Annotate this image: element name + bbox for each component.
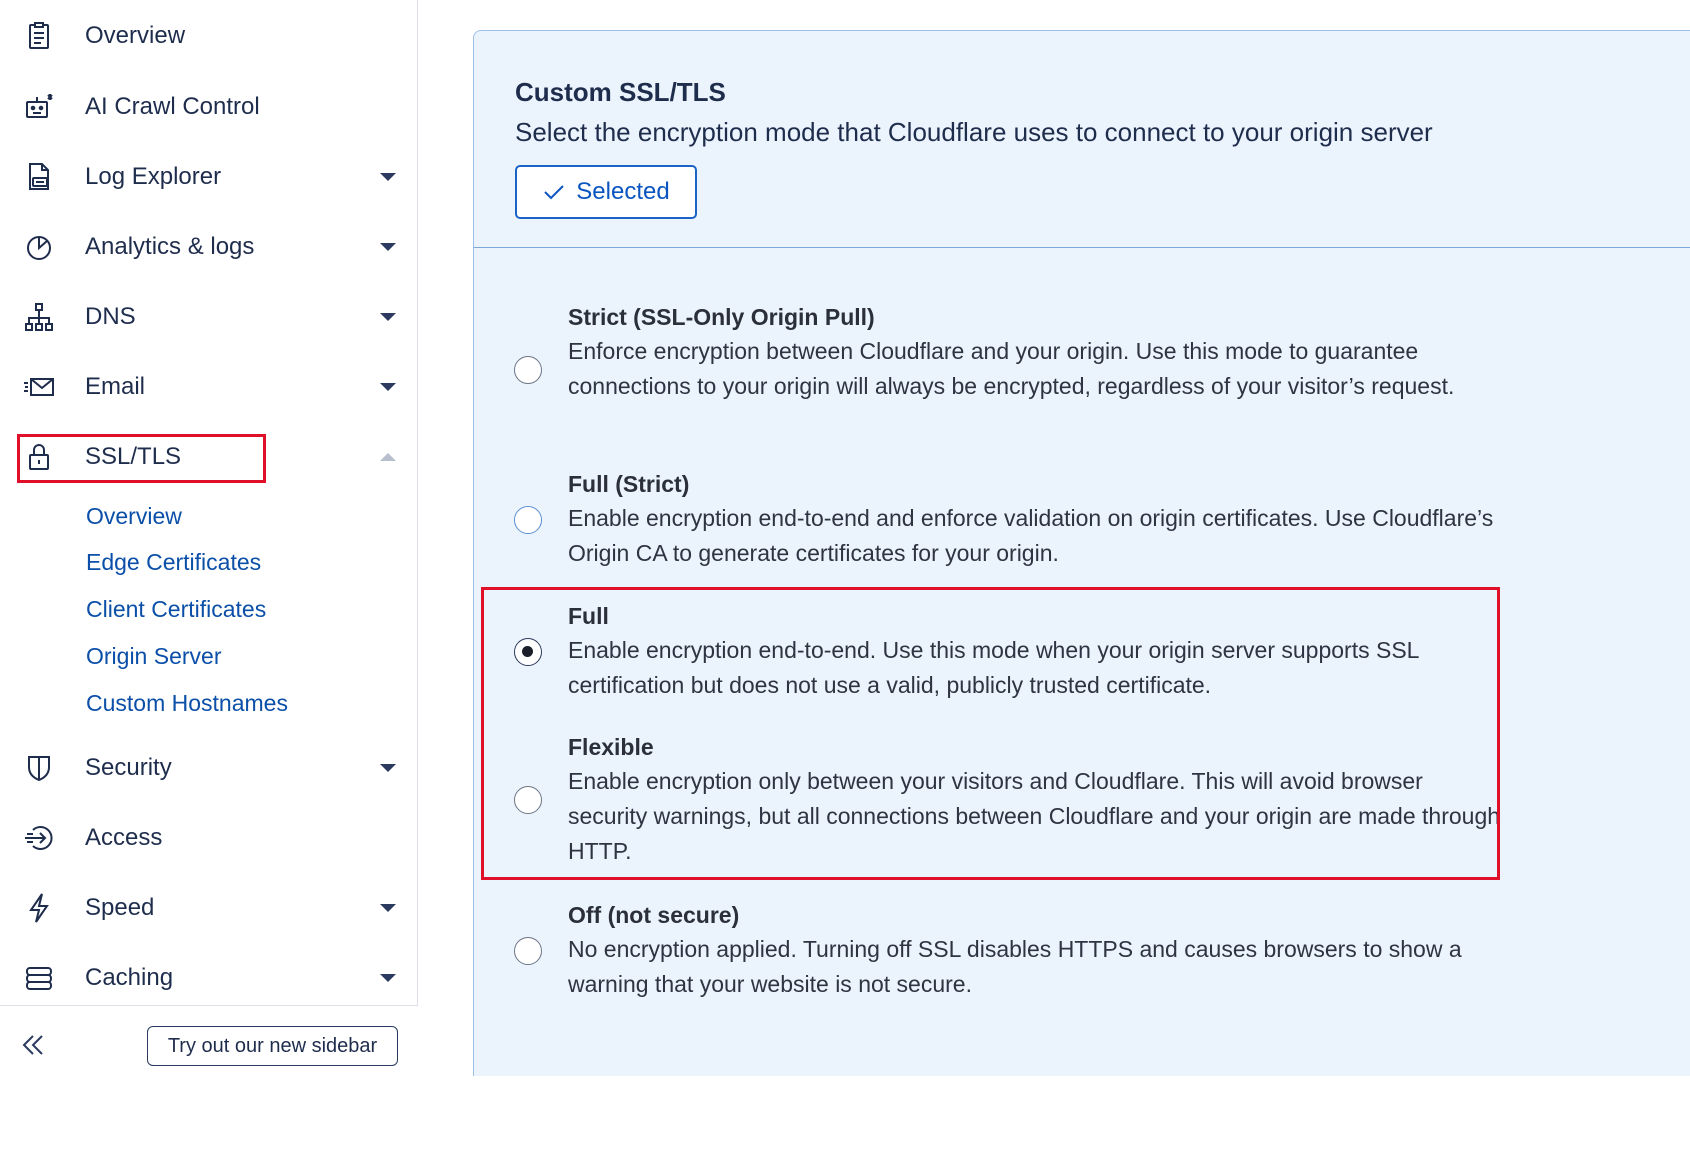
sidebar-item-analytics[interactable]: Analytics & logs xyxy=(0,221,418,273)
sidebar-item-email[interactable]: Email xyxy=(0,361,418,413)
chevron-down-icon xyxy=(380,974,396,982)
chevron-down-icon xyxy=(380,904,396,912)
sidebar-item-label: Log Explorer xyxy=(85,163,222,190)
radio-flexible[interactable] xyxy=(514,786,542,814)
custom-ssl-tls-card: Custom SSL/TLS Select the encryption mod… xyxy=(473,30,1690,1130)
sidebar: Overview AI Crawl Control Log Explorer A… xyxy=(0,0,418,1076)
ssl-sub-item-origin-server[interactable]: Origin Server xyxy=(86,643,221,670)
sidebar-item-label: Analytics & logs xyxy=(85,233,255,260)
option-description: No encryption applied. Turning off SSL d… xyxy=(568,936,1462,997)
radio-full[interactable] xyxy=(514,638,542,666)
sidebar-item-ai-crawl-control[interactable]: AI Crawl Control xyxy=(0,81,418,133)
pie-chart-icon xyxy=(22,230,56,264)
card-header: Custom SSL/TLS Select the encryption mod… xyxy=(474,31,1690,248)
card-title: Custom SSL/TLS xyxy=(515,77,726,107)
robot-icon xyxy=(22,90,56,124)
sidebar-item-label: Overview xyxy=(85,22,186,49)
option-title: Full (Strict) xyxy=(568,471,690,497)
lock-icon xyxy=(22,440,56,474)
chevron-down-icon xyxy=(380,764,396,772)
ssl-sub-item-overview[interactable]: Overview xyxy=(86,503,182,530)
radio-full-strict[interactable] xyxy=(514,506,542,534)
option-title: Strict (SSL-Only Origin Pull) xyxy=(568,304,875,330)
shield-icon xyxy=(22,751,56,785)
sidebar-item-access[interactable]: Access xyxy=(0,812,418,864)
option-description: Enable encryption end-to-end and enforce… xyxy=(568,505,1494,566)
option-description: Enable encryption only between your visi… xyxy=(568,768,1501,864)
selected-label: Selected xyxy=(576,178,670,205)
try-new-sidebar-button[interactable]: Try out our new sidebar xyxy=(147,1026,398,1066)
sidebar-item-label: AI Crawl Control xyxy=(85,93,260,120)
sidebar-item-ssl-tls[interactable]: SSL/TLS xyxy=(0,431,418,483)
sidebar-item-security[interactable]: Security xyxy=(0,742,418,794)
ssl-sub-item-client-certificates[interactable]: Client Certificates xyxy=(86,596,266,623)
sidebar-item-caching[interactable]: Caching xyxy=(0,952,418,1004)
sidebar-item-label: Email xyxy=(85,373,146,400)
option-description: Enable encryption end-to-end. Use this m… xyxy=(568,637,1419,698)
option-title: Off (not secure) xyxy=(568,902,740,928)
envelope-icon xyxy=(22,370,56,404)
option-title: Full xyxy=(568,603,609,629)
page-bottom-area xyxy=(0,1076,1690,1160)
option-description: Enforce encryption between Cloudflare an… xyxy=(568,338,1455,399)
sidebar-item-label: Access xyxy=(85,824,163,851)
card-subtitle: Select the encryption mode that Cloudfla… xyxy=(515,117,1433,147)
radio-off[interactable] xyxy=(514,937,542,965)
lightning-icon xyxy=(22,891,56,925)
sidebar-item-label: Caching xyxy=(85,964,174,991)
ssl-sub-item-custom-hostnames[interactable]: Custom Hostnames xyxy=(86,690,288,717)
sidebar-item-label: Speed xyxy=(85,894,155,921)
chevron-down-icon xyxy=(380,173,396,181)
chevron-down-icon xyxy=(380,383,396,391)
storage-icon xyxy=(22,961,56,995)
sidebar-item-label: Security xyxy=(85,754,172,781)
chevron-down-icon xyxy=(380,243,396,251)
radio-strict-ssl-only[interactable] xyxy=(514,356,542,384)
chevron-down-icon xyxy=(380,313,396,321)
access-icon xyxy=(22,821,56,855)
sidebar-item-label: SSL/TLS xyxy=(85,443,182,470)
chevron-up-icon xyxy=(380,453,396,461)
check-icon xyxy=(544,185,565,200)
sidebar-item-log-explorer[interactable]: Log Explorer xyxy=(0,151,418,203)
collapse-sidebar-icon[interactable] xyxy=(18,1030,48,1060)
sidebar-item-speed[interactable]: Speed xyxy=(0,882,418,934)
selected-button[interactable]: Selected xyxy=(515,165,697,219)
log-document-icon xyxy=(22,160,56,194)
option-title: Flexible xyxy=(568,734,654,760)
sidebar-item-dns[interactable]: DNS xyxy=(0,291,418,343)
ssl-sub-item-edge-certificates[interactable]: Edge Certificates xyxy=(86,549,261,576)
sidebar-item-label: DNS xyxy=(85,303,136,330)
sidebar-footer: Try out our new sidebar xyxy=(0,1005,418,1076)
clipboard-icon xyxy=(22,19,56,53)
network-tree-icon xyxy=(22,300,56,334)
sidebar-item-overview[interactable]: Overview xyxy=(0,10,418,62)
